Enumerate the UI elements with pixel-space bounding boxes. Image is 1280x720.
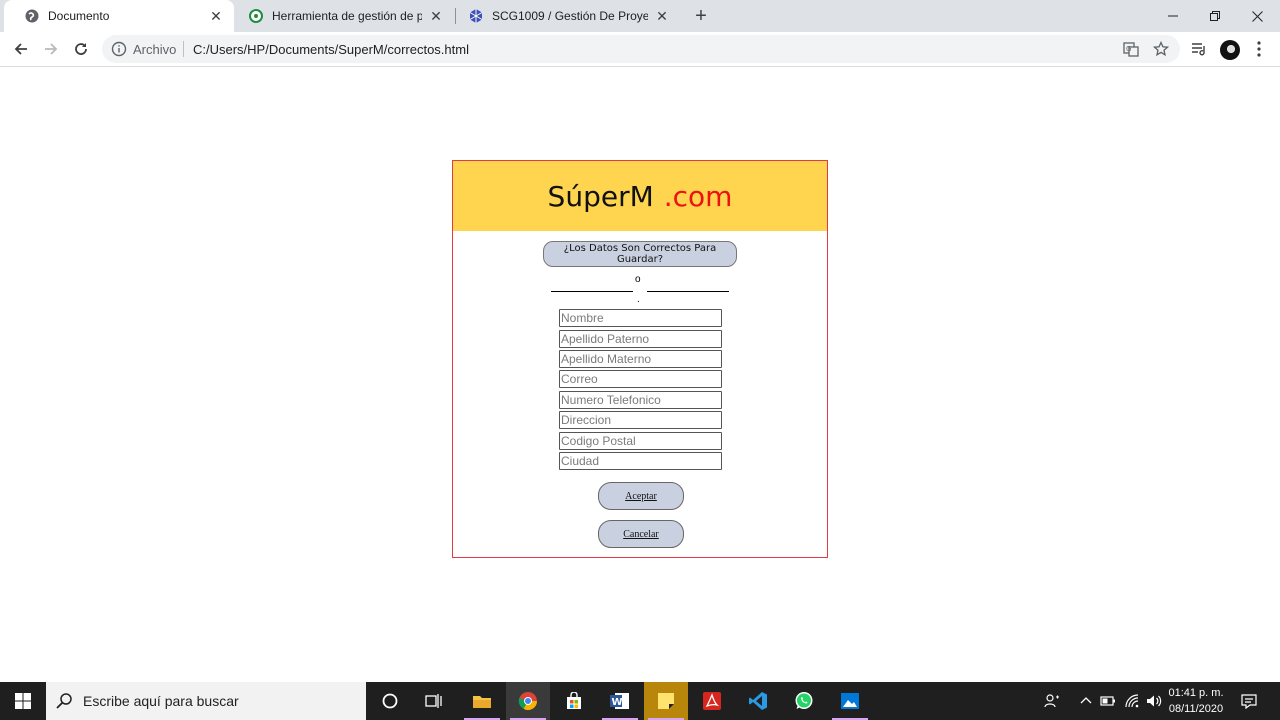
- start-button[interactable]: [0, 682, 46, 720]
- whatsapp-icon[interactable]: [782, 682, 826, 720]
- restore-button[interactable]: [1192, 0, 1238, 32]
- brand-header: SúperM .com: [453, 161, 827, 231]
- svg-text:G: G: [1126, 45, 1131, 53]
- separator-line-right: [647, 291, 729, 292]
- windows-logo-icon: [15, 693, 31, 709]
- system-clock[interactable]: 01:41 p. m. 08/11/2020: [1164, 685, 1228, 717]
- url-text[interactable]: C:/Users/HP/Documents/SuperM/correctos.h…: [193, 42, 469, 57]
- volume-icon[interactable]: [1146, 693, 1162, 709]
- separator-dot: .: [637, 294, 640, 305]
- back-button[interactable]: [8, 36, 34, 62]
- separator-mark: o: [635, 274, 641, 285]
- tab-close-icon[interactable]: ✕: [428, 8, 444, 24]
- form-card: SúperM .com ¿Los Datos Son Correctos Par…: [452, 160, 828, 558]
- tab-title: SCG1009 / Gestión De Proyectos: [492, 9, 648, 23]
- globe-icon: [24, 8, 40, 24]
- telefono-field[interactable]: [559, 391, 722, 409]
- tab-strip: Documento ✕ Herramienta de gestión de pr…: [0, 0, 1280, 32]
- task-view-icon[interactable]: [412, 682, 456, 720]
- codigo-postal-field[interactable]: [559, 432, 722, 450]
- wifi-icon[interactable]: [1124, 693, 1140, 709]
- scheme-label: Archivo: [133, 42, 177, 57]
- chrome-icon[interactable]: [506, 682, 550, 720]
- cube-icon: [468, 8, 484, 24]
- browser-toolbar: Archivo C:/Users/HP/Documents/SuperM/cor…: [0, 32, 1280, 67]
- apellido-paterno-field[interactable]: [559, 330, 722, 348]
- info-icon[interactable]: [111, 41, 127, 57]
- nombre-field[interactable]: [559, 309, 722, 327]
- kebab-menu-icon[interactable]: [1250, 40, 1268, 58]
- close-window-button[interactable]: [1234, 0, 1280, 32]
- new-tab-button[interactable]: +: [690, 5, 712, 27]
- tab-close-icon[interactable]: ✕: [654, 8, 670, 24]
- media-control-icon[interactable]: [1190, 40, 1208, 58]
- notification-icon[interactable]: [1241, 693, 1257, 709]
- clock-time: 01:41 p. m.: [1168, 687, 1224, 699]
- battery-icon[interactable]: [1100, 693, 1116, 709]
- tab-title: Herramienta de gestión de prueba: [272, 9, 422, 23]
- search-icon: [56, 693, 72, 709]
- windows-taskbar: Escribe aquí para buscar W 01:41 p. m. 0…: [0, 682, 1280, 720]
- close-icon: [1251, 10, 1263, 22]
- store-icon[interactable]: [552, 682, 596, 720]
- green-circle-icon: [248, 8, 264, 24]
- arrow-right-icon: [45, 43, 58, 55]
- photos-icon[interactable]: [828, 682, 872, 720]
- apellido-materno-field[interactable]: [559, 350, 722, 368]
- confirm-question-button[interactable]: ¿Los Datos Son Correctos Para Guardar?: [543, 241, 737, 267]
- taskbar-search[interactable]: Escribe aquí para buscar: [46, 682, 366, 720]
- search-placeholder: Escribe aquí para buscar: [83, 693, 239, 709]
- separator-line-left: [551, 291, 633, 292]
- profile-avatar[interactable]: [1220, 40, 1240, 60]
- arrow-left-icon: [14, 43, 27, 55]
- translate-icon[interactable]: G: [1123, 41, 1139, 57]
- forward-button[interactable]: [38, 36, 64, 62]
- reload-icon: [75, 43, 87, 55]
- brand-suffix: .com: [663, 179, 733, 213]
- ciudad-field[interactable]: [559, 452, 722, 470]
- tab-scg1009[interactable]: SCG1009 / Gestión De Proyectos ✕: [448, 0, 680, 32]
- address-bar[interactable]: Archivo C:/Users/HP/Documents/SuperM/cor…: [102, 35, 1180, 63]
- restore-icon: [1210, 11, 1220, 21]
- tab-documento[interactable]: Documento ✕: [4, 0, 234, 32]
- tab-close-icon[interactable]: ✕: [208, 8, 224, 24]
- word-icon[interactable]: W: [598, 682, 642, 720]
- sticky-notes-icon[interactable]: [644, 682, 688, 720]
- acrobat-icon[interactable]: [690, 682, 734, 720]
- minimize-button[interactable]: [1150, 0, 1196, 32]
- direccion-field[interactable]: [559, 411, 722, 429]
- svg-text:W: W: [612, 697, 623, 708]
- file-explorer-icon[interactable]: [460, 682, 504, 720]
- tab-herramienta[interactable]: Herramienta de gestión de prueba ✕: [228, 0, 454, 32]
- correo-field[interactable]: [559, 370, 722, 388]
- accept-button[interactable]: Aceptar: [598, 482, 684, 510]
- tab-title: Documento: [48, 9, 110, 23]
- chevron-up-icon[interactable]: [1078, 693, 1094, 709]
- brand-name: SúperM: [547, 179, 654, 213]
- cortana-icon[interactable]: [368, 682, 412, 720]
- reload-button[interactable]: [68, 36, 94, 62]
- star-icon[interactable]: [1153, 41, 1169, 57]
- address-divider: [183, 41, 184, 57]
- cancel-button[interactable]: Cancelar: [598, 520, 684, 548]
- vscode-icon[interactable]: [736, 682, 780, 720]
- minimize-icon: [1168, 15, 1178, 17]
- people-icon[interactable]: [1044, 693, 1060, 709]
- clock-date: 08/11/2020: [1168, 703, 1224, 715]
